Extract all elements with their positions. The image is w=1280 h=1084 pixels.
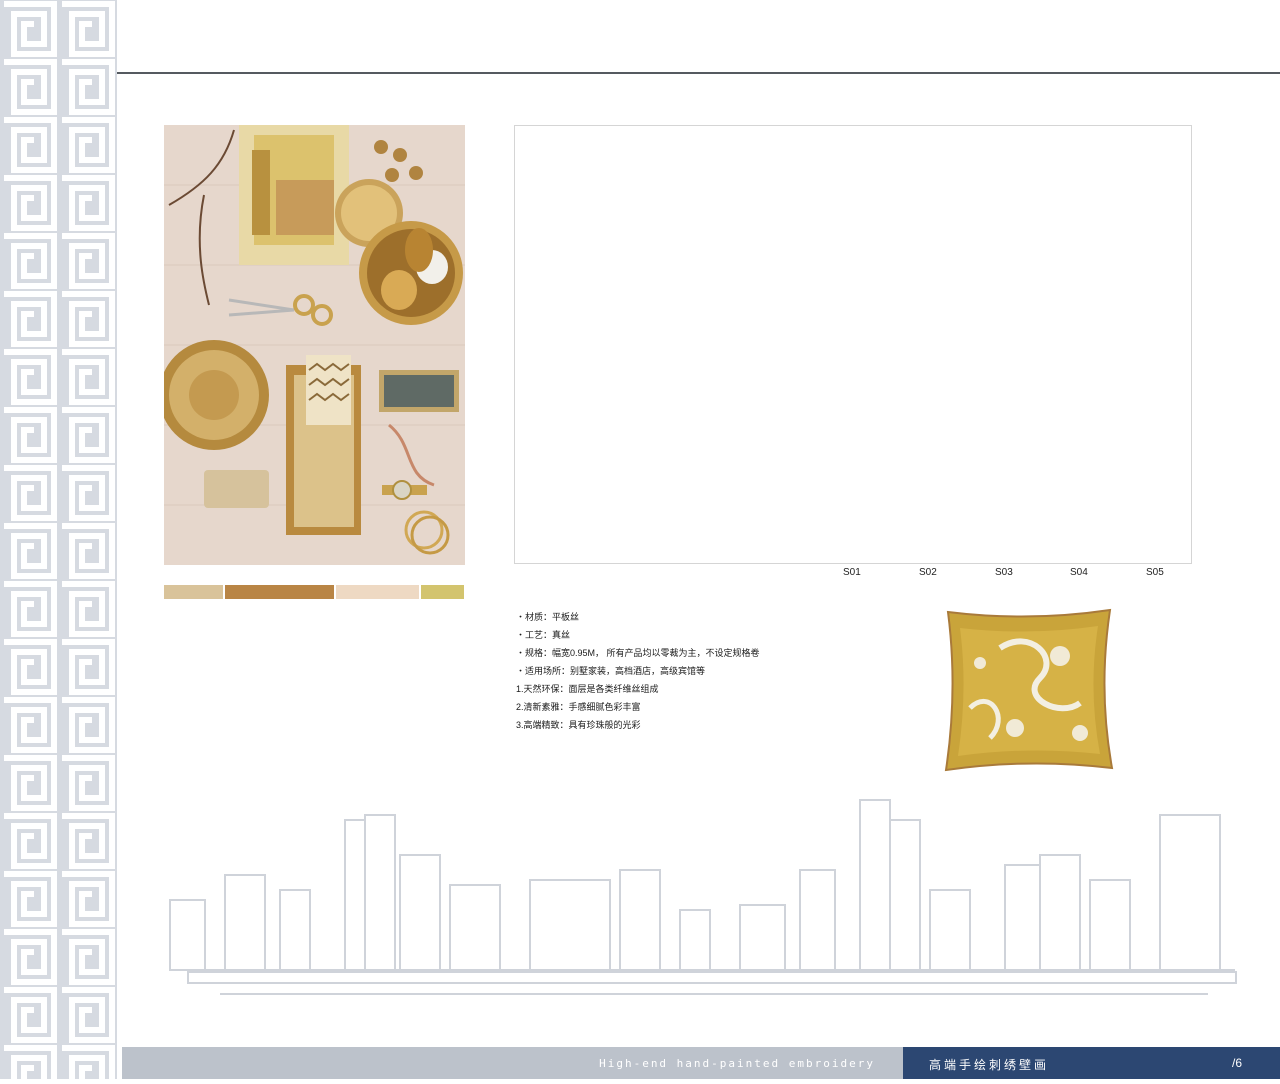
top-rule xyxy=(117,72,1280,74)
spec-feature-3: 3.高端精致：具有珍珠般的光彩 xyxy=(516,720,641,730)
left-pattern-band xyxy=(0,0,117,1079)
code-label: S02 xyxy=(919,567,937,578)
color-swatch xyxy=(164,585,223,599)
code-label: S05 xyxy=(1146,567,1164,578)
code-label: S03 xyxy=(995,567,1013,578)
footer-chinese-title: 高端手绘刺绣壁画 xyxy=(929,1058,1050,1072)
spec-usage: ・适用场所：别墅家装，高档酒店，高级宾馆等 xyxy=(516,666,706,676)
footer-bar-left: High-end hand-painted embroidery xyxy=(122,1047,903,1079)
footer-english-title: High-end hand-painted embroidery xyxy=(599,1057,875,1070)
dragon-pillow-image xyxy=(940,608,1118,773)
footer-bar-right: 高端手绘刺绣壁画 /6 xyxy=(903,1047,1280,1079)
fret-pattern-icon xyxy=(0,0,117,1079)
code-label: S01 xyxy=(843,567,861,578)
skyline-illustration xyxy=(160,790,1240,1005)
spec-material: ・材质：平板丝 xyxy=(516,612,580,622)
spec-size: ・规格：幅宽0.95M， 所有产品均以零裁为主，不设定规格卷 xyxy=(516,648,760,658)
color-swatch xyxy=(421,585,464,599)
code-label: S04 xyxy=(1070,567,1088,578)
color-swatch xyxy=(336,585,419,599)
spec-feature-1: 1.天然环保：面层是各类纤维丝组成 xyxy=(516,684,659,694)
moodboard-photo xyxy=(164,125,465,565)
chart-frame xyxy=(514,125,1192,564)
spec-feature-2: 2.清新素雅：手感细腻色彩丰富 xyxy=(516,702,641,712)
page-number: /6 xyxy=(1231,1056,1242,1070)
spec-craft: ・工艺：真丝 xyxy=(516,630,571,640)
color-swatch xyxy=(225,585,334,599)
